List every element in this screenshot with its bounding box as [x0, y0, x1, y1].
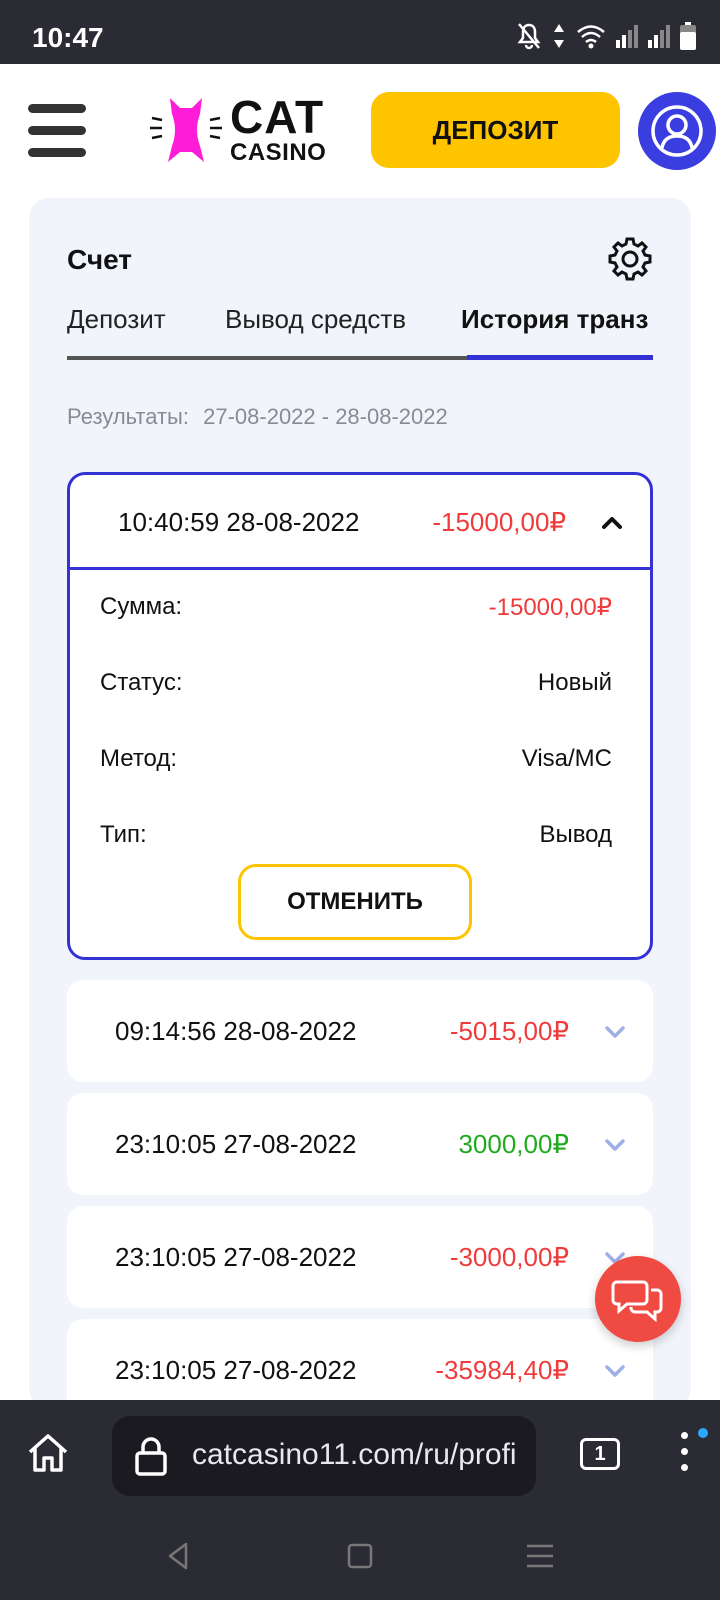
transaction-datetime: 09:14:56 28-08-2022 [115, 1015, 357, 1046]
cat-casino-logo[interactable]: CAT CASINO [150, 94, 340, 166]
detail-key: Метод: [100, 745, 178, 772]
detail-value: Visa/MC [521, 745, 612, 772]
cat-logo-icon [150, 98, 222, 162]
menu-icon[interactable] [28, 104, 86, 157]
transaction-amount: 3000,00₽ [458, 1128, 569, 1159]
account-tabs: Депозит Вывод средств История транз [67, 304, 653, 360]
more-menu-icon[interactable] [672, 1432, 696, 1480]
user-icon [651, 105, 703, 157]
account-card: Счет Депозит Вывод средств История транз… [29, 198, 691, 1421]
browser-toolbar: catcasino11.com/ru/profi 1 [0, 1400, 720, 1510]
detail-value: -15000,00₽ [488, 594, 612, 621]
results-range: Результаты: 27-08-2022 - 28-08-2022 [67, 404, 448, 430]
system-nav-bar [0, 1510, 720, 1600]
data-transfer-icon [554, 24, 564, 48]
transaction-datetime: 23:10:05 27-08-2022 [115, 1241, 357, 1272]
site-header: CAT CASINO ДЕПОЗИТ [0, 64, 720, 198]
home-icon[interactable] [26, 1430, 70, 1474]
results-date-range: 27-08-2022 - 28-08-2022 [203, 404, 448, 429]
transaction-amount: -3000,00₽ [449, 1241, 569, 1272]
status-bar: 10:47 [0, 0, 720, 64]
address-bar[interactable]: catcasino11.com/ru/profi [112, 1416, 536, 1496]
wifi-icon [577, 25, 605, 49]
detail-row-status: Статус: Новый [100, 669, 612, 709]
update-indicator-dot [698, 1428, 708, 1438]
transaction-header[interactable]: 10:40:59 28-08-2022 -15000,00₽ [70, 475, 650, 570]
signal-icon-2 [648, 25, 670, 48]
tab-transaction-history[interactable]: История транз [461, 304, 648, 335]
profile-avatar[interactable] [638, 92, 716, 170]
tab-withdraw[interactable]: Вывод средств [225, 304, 406, 335]
transaction-expanded: 10:40:59 28-08-2022 -15000,00₽ Сумма: -1… [67, 472, 653, 960]
status-time: 10:47 [32, 22, 104, 53]
chevron-down-icon[interactable] [603, 1020, 627, 1044]
gear-icon[interactable] [607, 236, 653, 282]
detail-value: Новый [537, 669, 612, 696]
tabs-divider [67, 356, 467, 360]
transaction-row[interactable]: 23:10:05 27-08-2022 -3000,00₽ [67, 1206, 653, 1308]
transaction-row[interactable]: 09:14:56 28-08-2022 -5015,00₽ [67, 980, 653, 1082]
lock-icon [135, 1437, 167, 1476]
notifications-off-icon [517, 23, 541, 50]
chevron-down-icon[interactable] [603, 1359, 627, 1383]
detail-key: Тип: [100, 821, 147, 848]
back-icon[interactable] [160, 1538, 196, 1574]
support-chat-button[interactable] [595, 1256, 681, 1342]
detail-key: Статус: [100, 669, 183, 696]
transaction-datetime: 23:10:05 27-08-2022 [115, 1128, 357, 1159]
tab-deposit[interactable]: Депозит [67, 304, 166, 335]
tab-switcher-button[interactable]: 1 [580, 1438, 620, 1470]
detail-key: Сумма: [100, 593, 183, 620]
account-title: Счет [67, 244, 133, 275]
status-icons [516, 20, 696, 52]
chevron-up-icon[interactable] [600, 511, 624, 535]
transaction-datetime: 10:40:59 28-08-2022 [118, 507, 360, 537]
chevron-down-icon[interactable] [603, 1133, 627, 1157]
signal-icon [616, 25, 638, 48]
detail-row-amount: Сумма: -15000,00₽ [100, 593, 612, 633]
transaction-row[interactable]: 23:10:05 27-08-2022 3000,00₽ [67, 1093, 653, 1195]
detail-value: Вывод [539, 821, 612, 848]
logo-cat-text: CAT [230, 91, 325, 143]
logo-casino-text: CASINO [230, 139, 327, 166]
active-tab-indicator [467, 355, 653, 360]
battery-icon [680, 22, 696, 50]
url-text: catcasino11.com/ru/profi [192, 1438, 517, 1471]
transaction-amount: -5015,00₽ [449, 1015, 569, 1046]
recent-apps-icon[interactable] [522, 1538, 558, 1574]
cancel-button[interactable]: ОТМЕНИТЬ [238, 864, 472, 940]
chat-bubbles-icon [611, 1280, 663, 1322]
results-label: Результаты: [67, 404, 189, 429]
transaction-amount: -15000,00₽ [432, 507, 566, 537]
deposit-button[interactable]: ДЕПОЗИТ [371, 92, 620, 168]
logo-text: CAT CASINO [230, 94, 326, 166]
detail-row-method: Метод: Visa/MC [100, 745, 612, 785]
home-nav-icon[interactable] [342, 1538, 378, 1574]
detail-row-type: Тип: Вывод [100, 821, 612, 861]
